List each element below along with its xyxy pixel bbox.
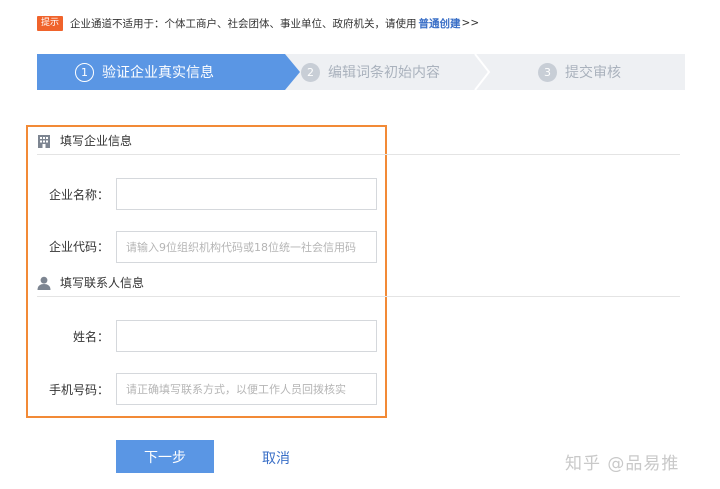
tip-text: 企业通道不适用于：个体工商户、社会团体、事业单位、政府机关，请使用: [70, 17, 417, 30]
contact-section-divider: [37, 296, 680, 297]
building-icon: [38, 134, 50, 148]
phone-input[interactable]: [116, 373, 377, 405]
tip-link-arrow: >>: [461, 17, 480, 29]
normal-create-link[interactable]: 普通创建: [419, 16, 461, 31]
step-progress-bar: 1 验证企业真实信息 2 编辑词条初始内容 3 提交审核: [37, 54, 685, 90]
step-1: 1 验证企业真实信息: [75, 54, 214, 90]
company-name-input[interactable]: [116, 178, 377, 210]
company-code-input[interactable]: [116, 231, 377, 263]
person-icon: [37, 276, 51, 290]
phone-label: 手机号码：: [48, 383, 109, 397]
company-name-label: 企业名称：: [48, 188, 109, 202]
contact-section-title: 填写联系人信息: [60, 276, 145, 290]
step-3-number: 3: [538, 62, 557, 82]
step-3: 3 提交审核: [538, 54, 621, 90]
cancel-link[interactable]: 取消: [262, 448, 290, 468]
tip-bar: 提示 企业通道不适用于：个体工商户、社会团体、事业单位、政府机关，请使用 普通创…: [37, 13, 479, 33]
step-2: 2 编辑词条初始内容: [301, 54, 440, 90]
company-section-divider: [37, 154, 680, 155]
contact-name-label: 姓名：: [72, 330, 109, 344]
step-2-label: 编辑词条初始内容: [328, 65, 440, 81]
next-step-button[interactable]: 下一步: [116, 440, 214, 473]
step-divider: [474, 54, 491, 90]
tip-badge: 提示: [37, 15, 64, 31]
step-3-label: 提交审核: [565, 65, 621, 81]
watermark: 知乎 @品易推: [565, 454, 680, 474]
company-section-title: 填写企业信息: [60, 134, 133, 148]
contact-section-header: 填写联系人信息: [37, 274, 144, 291]
step-2-number: 2: [301, 62, 320, 82]
contact-name-input[interactable]: [116, 320, 377, 352]
step-1-number: 1: [75, 62, 94, 82]
company-code-label: 企业代码：: [48, 240, 109, 254]
step-1-label: 验证企业真实信息: [102, 65, 214, 81]
company-section-header: 填写企业信息: [37, 132, 132, 149]
